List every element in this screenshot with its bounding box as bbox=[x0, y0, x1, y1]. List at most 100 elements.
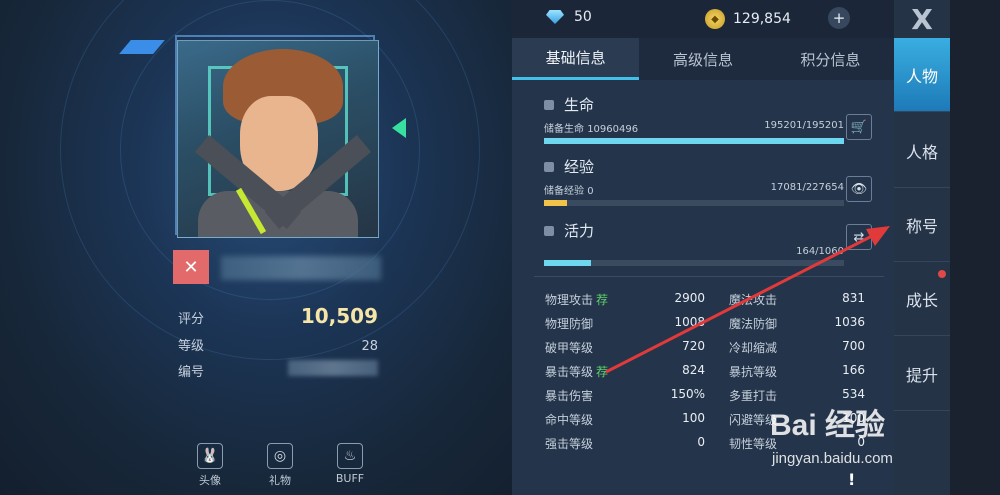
score-value: 10,509 bbox=[300, 304, 378, 328]
energy-title: 活力 bbox=[564, 222, 595, 240]
exchange-button[interactable]: ⇄ bbox=[846, 224, 872, 250]
exp-reserve-value: 0 bbox=[587, 186, 594, 197]
attr-value: 166 bbox=[842, 363, 865, 377]
avatar-button-label: 头像 bbox=[199, 474, 221, 487]
decor-accent bbox=[392, 118, 406, 138]
nav-character[interactable]: 人物 bbox=[894, 38, 950, 112]
attr-value: 720 bbox=[682, 339, 705, 353]
edge-strip bbox=[950, 0, 1000, 495]
gem-counter: 50 bbox=[546, 9, 592, 25]
view-button[interactable]: 👁 bbox=[846, 176, 872, 202]
score-label: 评分 bbox=[178, 312, 205, 327]
attr-value: 1036 bbox=[834, 315, 865, 329]
gold-count: 129,854 bbox=[733, 11, 791, 27]
nav-growth[interactable]: 成长 bbox=[894, 262, 950, 336]
exp-title: 经验 bbox=[564, 158, 595, 176]
exp-section: 经验 储备经验 0 17081/227654 bbox=[544, 156, 844, 206]
attr-value: 700 bbox=[842, 339, 865, 353]
life-bar-fill bbox=[544, 138, 844, 144]
gem-count: 50 bbox=[574, 9, 592, 25]
buff-button-label: BUFF bbox=[335, 472, 365, 485]
avatar-button[interactable]: 🐰 头像 bbox=[180, 443, 240, 488]
attr-value: 0 bbox=[697, 435, 705, 449]
gift-icon: ◎ bbox=[267, 443, 293, 469]
life-ratio: 195201/195201 bbox=[764, 120, 844, 131]
energy-bar bbox=[544, 260, 844, 266]
attr-value: 824 bbox=[682, 363, 705, 377]
rabbit-icon: 🐰 bbox=[197, 443, 223, 469]
add-currency-button[interactable]: + bbox=[828, 7, 850, 29]
gift-button[interactable]: ◎ 礼物 bbox=[250, 443, 310, 488]
nav-improve[interactable]: 提升 bbox=[894, 337, 950, 411]
side-nav: X 人物 人格 称号 成长 提升 bbox=[894, 0, 950, 495]
attr-value: 1008 bbox=[674, 315, 705, 329]
currency-bar: 50 ◆ 129,854 + bbox=[512, 0, 894, 38]
id-label: 编号 bbox=[178, 365, 205, 380]
level-value: 28 bbox=[361, 339, 378, 354]
flame-icon: ♨ bbox=[337, 443, 363, 469]
exp-bar bbox=[544, 200, 844, 206]
energy-bar-fill bbox=[544, 260, 591, 266]
character-portrait bbox=[177, 40, 379, 238]
attr-label: 物理防御 bbox=[545, 317, 594, 331]
divider bbox=[534, 276, 884, 277]
tab-points-info[interactable]: 积分信息 bbox=[767, 38, 894, 80]
shop-cart-button[interactable]: 🛒 bbox=[846, 114, 872, 140]
notification-dot bbox=[938, 270, 946, 278]
coin-icon: ◆ bbox=[705, 9, 725, 29]
nav-personality[interactable]: 人格 bbox=[894, 114, 950, 188]
attr-label: 物理攻击荐 bbox=[545, 293, 609, 307]
class-icon: ✕ bbox=[173, 250, 209, 284]
energy-ratio: 164/1060 bbox=[796, 246, 844, 257]
attr-value: 831 bbox=[842, 291, 865, 305]
recommended-tag: 荐 bbox=[596, 293, 609, 307]
life-title: 生命 bbox=[564, 96, 595, 114]
score-row: 评分 10,509 bbox=[178, 304, 378, 328]
attr-label: 暴抗等级 bbox=[729, 365, 778, 379]
exchange-icon: ⇄ bbox=[853, 229, 865, 245]
id-row: 编号 bbox=[178, 360, 378, 380]
id-value-blurred bbox=[288, 360, 378, 376]
bottom-actions: 🐰 头像 ◎ 礼物 ♨ BUFF bbox=[180, 443, 380, 488]
tab-basic-info[interactable]: 基础信息 bbox=[512, 38, 640, 80]
tab-advanced-info[interactable]: 高级信息 bbox=[639, 38, 766, 80]
character-panel: ✕ 评分 10,509 等级 28 编号 🐰 头像 ◎ 礼物 ♨ BUFF bbox=[0, 0, 512, 495]
life-section: 生命 储备生命 10960496 195201/195201 bbox=[544, 94, 844, 144]
nav-title[interactable]: 称号 bbox=[894, 188, 950, 262]
info-alert-icon[interactable]: ! bbox=[848, 470, 855, 489]
watermark-url: jingyan.baidu.com bbox=[772, 450, 893, 467]
energy-icon bbox=[544, 225, 554, 236]
close-button[interactable]: X bbox=[894, 0, 950, 38]
attr-label: 魔法防御 bbox=[729, 317, 778, 331]
level-label: 等级 bbox=[178, 339, 205, 354]
attr-label: 暴击等级荐 bbox=[545, 365, 609, 379]
life-bar bbox=[544, 138, 844, 144]
gift-button-label: 礼物 bbox=[269, 474, 291, 487]
heart-icon bbox=[544, 99, 554, 110]
cart-icon: 🛒 bbox=[850, 119, 868, 135]
diamond-icon bbox=[546, 10, 564, 24]
attr-label: 冷却缩减 bbox=[729, 341, 778, 355]
exp-icon bbox=[544, 161, 554, 172]
watermark: Bai 经验 bbox=[770, 409, 886, 442]
nav-growth-label: 成长 bbox=[905, 290, 938, 310]
life-reserve-value: 10960496 bbox=[587, 124, 639, 135]
name-row: ✕ bbox=[173, 250, 381, 284]
energy-section: 活力 164/1060 bbox=[544, 220, 844, 266]
attr-label: 魔法攻击 bbox=[729, 293, 778, 307]
attr-value: 2900 bbox=[674, 291, 705, 305]
attr-label: 命中等级 bbox=[545, 413, 594, 427]
attr-label: 强击等级 bbox=[545, 437, 594, 451]
gold-counter: ◆ 129,854 bbox=[705, 9, 791, 29]
exp-reserve-label: 储备经验 bbox=[544, 186, 584, 197]
recommended-tag: 荐 bbox=[596, 365, 609, 379]
eye-icon: 👁 bbox=[850, 181, 868, 197]
attr-value: 150% bbox=[670, 387, 705, 401]
life-reserve-label: 储备生命 bbox=[544, 124, 584, 135]
attr-value: 100 bbox=[682, 411, 705, 425]
info-tabs: 基础信息 高级信息 积分信息 bbox=[512, 38, 894, 80]
buff-button[interactable]: ♨ BUFF bbox=[320, 443, 380, 488]
player-name-blurred bbox=[221, 256, 381, 280]
attr-label: 暴击伤害 bbox=[545, 389, 594, 403]
exp-bar-fill bbox=[544, 200, 567, 206]
